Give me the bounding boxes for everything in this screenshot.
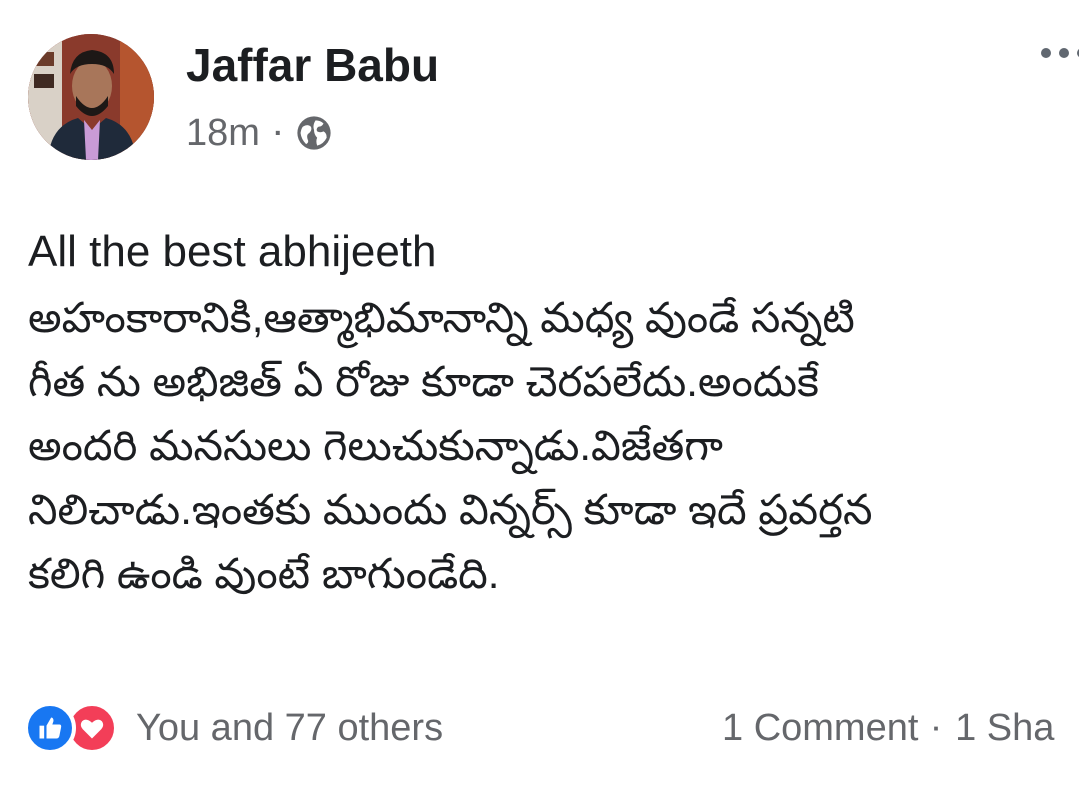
post-text-line: కలిగి ఉండి వుంటే బాగుండేది.: [28, 550, 500, 597]
post-body: All the best abhijeeth అహంకారానికి,ఆత్మా…: [28, 220, 1079, 606]
post-footer: You and 77 others 1 Comment · 1 Sha: [24, 698, 1079, 758]
post-time[interactable]: 18m: [186, 112, 260, 154]
engagement-counts: 1 Comment · 1 Sha: [722, 698, 1054, 758]
post-header: Jaffar Babu 18m ·: [28, 34, 439, 164]
post-text-line: నిలిచాడు.ఇంతకు ముందు విన్నర్స్ కూడా ఇదే …: [28, 486, 873, 533]
post-subline: 18m ·: [186, 112, 439, 154]
author-name[interactable]: Jaffar Babu: [186, 38, 439, 92]
comment-count[interactable]: 1 Comment: [722, 707, 918, 750]
post-text-line: All the best abhijeeth: [28, 227, 437, 276]
post-text-line: అహంకారానికి,ఆత్మాభిమానాన్ని మధ్య వుండే స…: [28, 294, 855, 341]
post-meta: Jaffar Babu 18m ·: [186, 38, 439, 154]
facebook-post: Jaffar Babu 18m · All the best abhijeeth…: [0, 0, 1079, 789]
avatar-image: [28, 34, 154, 160]
globe-icon[interactable]: [295, 114, 333, 152]
separator-dot: ·: [932, 712, 942, 743]
post-text-line: అందరి మనసులు గెలుచుకున్నాడు.విజేతగా: [28, 422, 723, 469]
reaction-count[interactable]: You and 77 others: [136, 707, 443, 750]
like-icon: [24, 702, 76, 754]
reactions-summary[interactable]: You and 77 others: [24, 702, 443, 754]
separator-dot: ·: [273, 117, 284, 148]
author-avatar[interactable]: [28, 34, 154, 160]
more-options-icon[interactable]: [1041, 48, 1079, 58]
post-text-line: గీత ను అభిజిత్ ఏ రోజు కూడా చెరపలేదు.అందు…: [28, 358, 819, 405]
more-dot: [1041, 48, 1051, 58]
share-count[interactable]: 1 Sha: [955, 707, 1054, 750]
more-dot: [1059, 48, 1069, 58]
